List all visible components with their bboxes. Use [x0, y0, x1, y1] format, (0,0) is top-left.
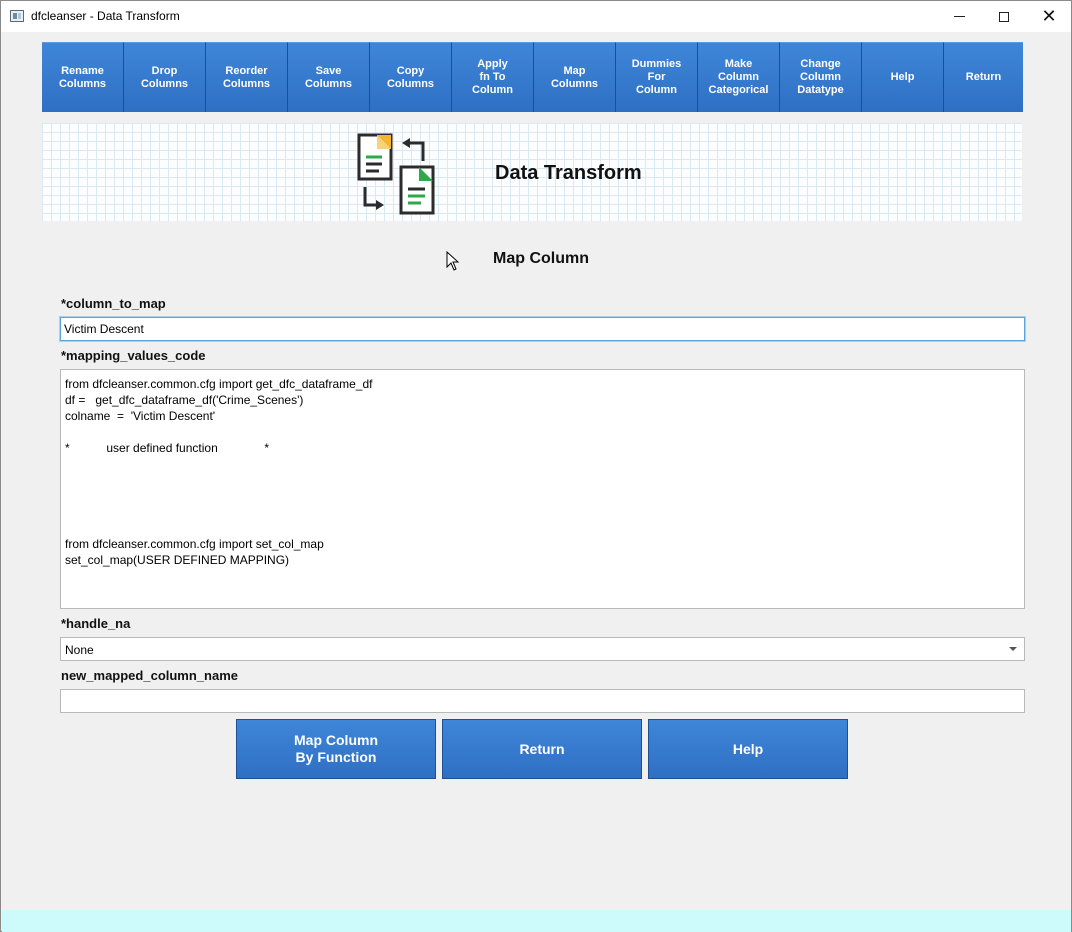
help-button[interactable]: Help [648, 719, 848, 779]
transform-toolbar: Rename Columns Drop Columns Reorder Colu… [42, 42, 1023, 112]
dropdown-arrow-icon [1009, 647, 1017, 651]
toolbar-help-button[interactable]: Help [862, 42, 944, 112]
mapping-values-code-textarea[interactable]: from dfcleanser.common.cfg import get_df… [60, 369, 1025, 609]
handle-na-label: *handle_na [61, 616, 131, 631]
close-icon: ✕ [1041, 5, 1057, 27]
banner-title: Data Transform [495, 162, 642, 184]
app-window: dfcleanser - Data Transform ✕ Rename Col… [0, 0, 1072, 932]
section-banner: Data Transform [42, 123, 1022, 221]
new-mapped-column-name-label: new_mapped_column_name [61, 668, 238, 683]
form-title: Map Column [493, 250, 589, 267]
handle-na-selected-value: None [65, 643, 94, 657]
apply-fn-to-column-button[interactable]: Apply fn To Column [452, 42, 534, 112]
handle-na-select[interactable]: None [60, 637, 1025, 661]
dummies-for-column-button[interactable]: Dummies For Column [616, 42, 698, 112]
rename-columns-button[interactable]: Rename Columns [42, 42, 124, 112]
change-column-datatype-button[interactable]: Change Column Datatype [780, 42, 862, 112]
window-title: dfcleanser - Data Transform [31, 9, 180, 23]
minimize-button[interactable] [936, 1, 982, 32]
title-bar[interactable]: dfcleanser - Data Transform ✕ [1, 1, 1071, 32]
return-button[interactable]: Return [442, 719, 642, 779]
mapping-values-code-label: *mapping_values_code [61, 348, 206, 363]
toolbar-return-button[interactable]: Return [944, 42, 1023, 112]
copy-columns-button[interactable]: Copy Columns [370, 42, 452, 112]
make-column-categorical-button[interactable]: Make Column Categorical [698, 42, 780, 112]
save-columns-button[interactable]: Save Columns [288, 42, 370, 112]
maximize-button[interactable] [981, 1, 1027, 32]
minimize-icon [953, 16, 965, 17]
map-columns-button[interactable]: Map Columns [534, 42, 616, 112]
column-to-map-label: *column_to_map [61, 296, 166, 311]
column-to-map-input[interactable]: Victim Descent [60, 317, 1025, 341]
new-mapped-column-name-input[interactable] [60, 689, 1025, 713]
drop-columns-button[interactable]: Drop Columns [124, 42, 206, 112]
transform-documents-icon [357, 133, 435, 215]
app-icon [10, 10, 24, 22]
map-column-by-function-button[interactable]: Map Column By Function [236, 719, 436, 779]
reorder-columns-button[interactable]: Reorder Columns [206, 42, 288, 112]
maximize-icon [999, 11, 1009, 22]
mouse-cursor-icon [446, 251, 460, 271]
close-button[interactable]: ✕ [1026, 1, 1072, 32]
footer-strip [2, 910, 1071, 932]
